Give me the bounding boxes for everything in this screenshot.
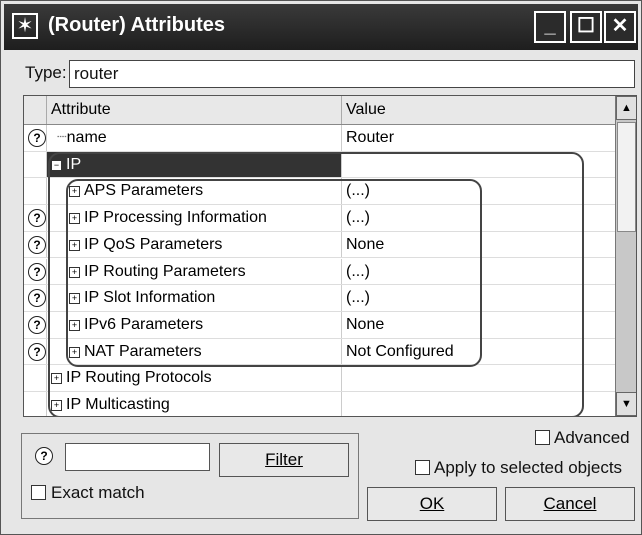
attribute-grid: Attribute Value ? ┈name Router − IP + APS … <box>23 95 637 417</box>
advanced-checkbox[interactable] <box>535 430 550 445</box>
expand-icon[interactable]: + <box>69 293 80 305</box>
row-attribute: name <box>66 129 107 146</box>
row-attribute: IPv6 Parameters <box>84 315 204 333</box>
help-icon[interactable]: ? <box>28 235 46 254</box>
apply-selected-checkbox[interactable] <box>415 460 430 475</box>
table-row[interactable]: ? + IP Processing Information (...) <box>24 205 615 232</box>
scroll-up-button[interactable]: ▲ <box>616 96 636 120</box>
expand-icon[interactable]: + <box>51 373 62 385</box>
grid-header: Attribute Value <box>24 96 615 125</box>
filter-help-icon[interactable]: ? <box>35 447 53 465</box>
help-icon[interactable]: ? <box>28 315 46 334</box>
expand-icon[interactable]: + <box>51 400 62 411</box>
table-row[interactable]: + IP Routing Protocols <box>24 365 615 392</box>
scroll-down-button[interactable]: ▼ <box>616 392 636 416</box>
table-row[interactable]: + APS Parameters (...) <box>24 178 615 206</box>
row-attribute: IP Multicasting <box>66 396 170 413</box>
cancel-button[interactable]: Cancel <box>505 487 635 521</box>
expand-icon[interactable]: + <box>69 346 80 358</box>
table-row[interactable]: ? + IP QoS Parameters None <box>24 231 615 259</box>
type-field[interactable] <box>69 60 635 88</box>
row-attribute: IP QoS Parameters <box>84 235 223 253</box>
table-row[interactable]: + IP Multicasting <box>24 392 615 416</box>
expand-icon[interactable]: + <box>69 186 80 198</box>
app-icon: ✶ <box>12 13 38 39</box>
row-attribute: NAT Parameters <box>84 342 202 360</box>
collapse-icon[interactable]: − <box>51 159 62 171</box>
filter-button[interactable]: Filter <box>219 443 349 477</box>
title-bar[interactable]: ✶ (Router) Attributes _ ☐ ✕ <box>4 4 638 50</box>
row-attribute: IP Slot Information <box>84 289 216 307</box>
row-value[interactable]: (...) <box>342 259 615 285</box>
row-value[interactable]: None <box>342 312 615 338</box>
help-icon[interactable]: ? <box>28 209 46 228</box>
row-value[interactable] <box>342 365 615 391</box>
help-icon[interactable]: ? <box>28 262 46 281</box>
window-title: (Router) Attributes <box>48 14 226 36</box>
row-attribute: IP Routing Protocols <box>66 369 212 387</box>
help-icon[interactable]: ? <box>28 342 46 361</box>
help-icon[interactable]: ? <box>28 129 46 147</box>
type-label: Type: <box>25 63 67 82</box>
row-value[interactable]: (...) <box>342 205 615 231</box>
table-row[interactable]: ? + IPv6 Parameters None <box>24 311 615 339</box>
row-attribute: IP Processing Information <box>84 209 267 227</box>
advanced-label: Advanced <box>554 428 630 447</box>
row-value[interactable]: None <box>342 232 615 258</box>
scroll-thumb[interactable] <box>617 122 636 232</box>
close-button[interactable]: ✕ <box>604 11 636 43</box>
table-row[interactable]: ? + IP Routing Parameters (...) <box>24 258 615 286</box>
value-column-header[interactable]: Value <box>342 96 615 124</box>
help-icon[interactable]: ? <box>28 289 46 308</box>
row-value[interactable] <box>342 392 615 416</box>
exact-match-label: Exact match <box>51 483 145 502</box>
row-value[interactable]: (...) <box>342 178 615 204</box>
expand-icon[interactable]: + <box>69 239 80 251</box>
row-value[interactable] <box>342 152 615 178</box>
row-value[interactable]: Not Configured <box>342 339 615 365</box>
maximize-button[interactable]: ☐ <box>570 11 602 43</box>
filter-input[interactable] <box>65 443 210 471</box>
exact-match-checkbox[interactable] <box>31 485 46 500</box>
table-row[interactable]: ? + IP Slot Information (...) <box>24 285 615 312</box>
attributes-dialog: ✶ (Router) Attributes _ ☐ ✕ Type: Attrib… <box>0 0 642 535</box>
table-row[interactable]: ? + NAT Parameters Not Configured <box>24 338 615 366</box>
table-row[interactable]: ? ┈name Router <box>24 125 615 152</box>
row-value[interactable]: Router <box>342 125 615 151</box>
expand-icon[interactable]: + <box>69 213 80 225</box>
apply-selected-label: Apply to selected objects <box>434 458 623 477</box>
ok-button[interactable]: OK <box>367 487 497 521</box>
row-attribute: IP Routing Parameters <box>84 262 246 280</box>
row-attribute: APS Parameters <box>84 182 204 200</box>
expand-icon[interactable]: + <box>69 266 80 278</box>
row-attribute: IP <box>66 155 82 173</box>
vertical-scrollbar[interactable]: ▲ ▼ <box>615 96 636 416</box>
table-row[interactable]: − IP <box>24 151 615 179</box>
row-value[interactable]: (...) <box>342 285 615 311</box>
expand-icon[interactable]: + <box>69 319 80 331</box>
attribute-column-header[interactable]: Attribute <box>46 96 342 124</box>
minimize-button[interactable]: _ <box>534 11 566 43</box>
